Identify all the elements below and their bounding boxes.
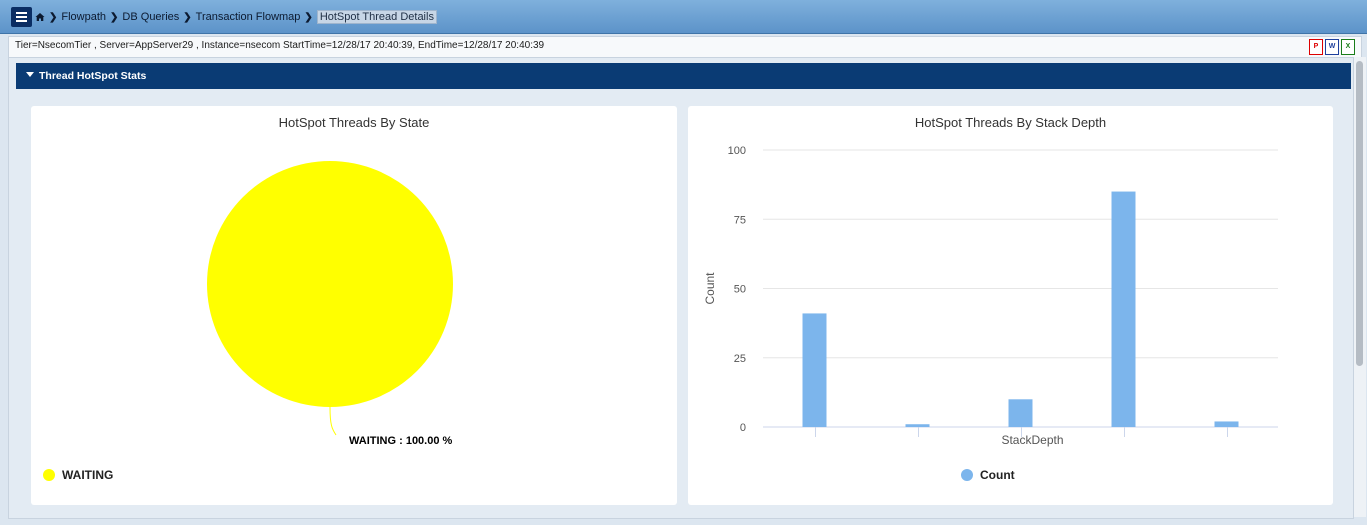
word-icon[interactable]: W bbox=[1325, 39, 1339, 55]
pie-legend-item[interactable]: WAITING bbox=[43, 468, 113, 482]
bar-legend-item[interactable]: Count bbox=[961, 468, 1015, 482]
bar-chart-card: HotSpot Threads By Stack Depth 0 25 50 75 10… bbox=[688, 106, 1333, 505]
panel-title: Thread HotSpot Stats bbox=[39, 70, 147, 82]
breadcrumb-item-flowpath[interactable]: Flowpath bbox=[61, 11, 106, 23]
export-icons: P W X bbox=[1309, 39, 1355, 55]
menu-icon[interactable] bbox=[11, 7, 32, 27]
bar[interactable] bbox=[1214, 421, 1239, 427]
chevron-right-icon: ❯ bbox=[183, 11, 192, 23]
pie-chart-card: HotSpot Threads By State WAITING : 100.0… bbox=[31, 106, 677, 505]
y-axis-label: Count bbox=[703, 272, 717, 305]
bar-legend-label: Count bbox=[980, 468, 1015, 482]
scroll-thumb[interactable] bbox=[1356, 61, 1363, 366]
chevron-right-icon: ❯ bbox=[304, 11, 313, 23]
caret-down-icon bbox=[26, 72, 34, 77]
pie-legend-label: WAITING bbox=[62, 468, 114, 482]
top-bar: ❯ Flowpath ❯ DB Queries ❯ Transaction Fl… bbox=[0, 0, 1367, 34]
info-bar: Tier=NsecomTier , Server=AppServer29 , I… bbox=[8, 36, 1362, 58]
info-text: Tier=NsecomTier , Server=AppServer29 , I… bbox=[15, 40, 545, 51]
breadcrumb: ❯ Flowpath ❯ DB Queries ❯ Transaction Fl… bbox=[35, 8, 437, 26]
vertical-scrollbar[interactable] bbox=[1354, 57, 1366, 517]
bar-chart: 0 25 50 75 100 Count StackDepth bbox=[703, 145, 1278, 447]
x-axis-label: StackDepth bbox=[1001, 433, 1063, 447]
legend-marker-icon bbox=[961, 469, 973, 481]
pie-chart: WAITING : 100.00 % bbox=[207, 161, 453, 447]
breadcrumb-current: HotSpot Thread Details bbox=[316, 10, 437, 24]
y-tick-label: 25 bbox=[734, 353, 746, 365]
legend-marker-icon bbox=[43, 469, 55, 481]
home-icon[interactable] bbox=[35, 12, 45, 22]
pdf-icon[interactable]: P bbox=[1309, 39, 1323, 55]
bar[interactable] bbox=[905, 424, 930, 427]
y-tick-label: 100 bbox=[728, 145, 746, 157]
y-tick-label: 0 bbox=[740, 422, 746, 434]
chevron-right-icon: ❯ bbox=[110, 11, 119, 23]
y-tick-label: 75 bbox=[734, 214, 746, 226]
bar[interactable] bbox=[802, 313, 827, 427]
pie-slice-waiting[interactable] bbox=[207, 161, 453, 407]
pie-data-label: WAITING : 100.00 % bbox=[349, 435, 453, 447]
y-tick-label: 50 bbox=[734, 284, 746, 296]
excel-icon[interactable]: X bbox=[1341, 39, 1355, 55]
panel-header[interactable]: Thread HotSpot Stats bbox=[16, 63, 1351, 89]
breadcrumb-item-db-queries[interactable]: DB Queries bbox=[122, 11, 179, 23]
bar[interactable] bbox=[1111, 191, 1136, 427]
breadcrumb-item-transaction-flowmap[interactable]: Transaction Flowmap bbox=[196, 11, 301, 23]
bar[interactable] bbox=[1008, 399, 1033, 427]
chevron-right-icon: ❯ bbox=[49, 11, 58, 23]
pie-label-connector bbox=[329, 406, 337, 436]
